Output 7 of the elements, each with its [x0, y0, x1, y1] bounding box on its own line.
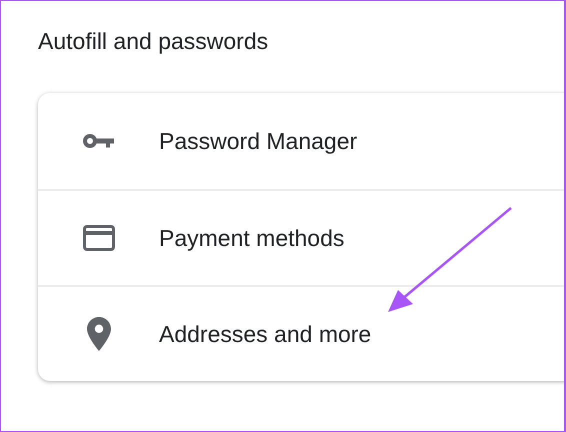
credit-card-icon: [82, 225, 114, 251]
menu-item[interactable]: Payment methods: [159, 220, 344, 256]
menu-item[interactable]: Password Manager: [159, 124, 358, 158]
section-title: Autofill and passwords: [38, 27, 268, 56]
menu-item[interactable]: Addresses and more: [159, 316, 372, 352]
key-icon: [82, 134, 114, 148]
location-pin-icon: [86, 317, 110, 351]
